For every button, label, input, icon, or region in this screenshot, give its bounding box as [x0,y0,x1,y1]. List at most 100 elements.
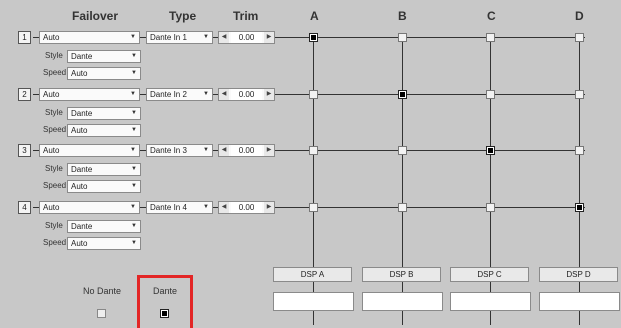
dsp-a-field[interactable] [273,292,354,311]
matrix-node[interactable] [575,203,584,212]
header-col-b: B [398,9,407,23]
chevron-down-icon: ▼ [130,91,136,97]
speed-label: Speed [43,125,67,134]
trim-stepper[interactable]: ◀ 0.00 ▶ [218,88,275,101]
matrix-node[interactable] [486,33,495,42]
dropdown-value: Auto [43,33,60,42]
triangle-right-icon[interactable]: ▶ [264,145,274,156]
chevron-down-icon: ▼ [203,34,209,40]
speed-label: Speed [43,181,67,190]
chevron-down-icon: ▼ [131,166,137,172]
dante-checkbox[interactable] [160,309,169,318]
failover-dropdown[interactable]: Auto ▼ [39,31,140,44]
chevron-down-icon: ▼ [203,204,209,210]
trim-value[interactable]: 0.00 [231,89,262,100]
chevron-down-icon: ▼ [131,70,137,76]
matrix-node[interactable] [398,90,407,99]
matrix-node[interactable] [398,203,407,212]
row-number: 2 [18,88,31,101]
dropdown-value: Dante In 1 [150,33,187,42]
matrix-node[interactable] [575,146,584,155]
trim-stepper[interactable]: ◀ 0.00 ▶ [218,201,275,214]
matrix-node[interactable] [398,146,407,155]
matrix-node[interactable] [486,146,495,155]
triangle-left-icon[interactable]: ◀ [219,202,229,213]
matrix-node[interactable] [575,90,584,99]
failover-dropdown[interactable]: Auto ▼ [39,144,140,157]
speed-dropdown[interactable]: Auto ▼ [67,124,141,137]
dropdown-value: Auto [71,182,88,191]
triangle-left-icon[interactable]: ◀ [219,89,229,100]
dropdown-value: Auto [71,69,88,78]
no-dante-label: No Dante [83,286,122,296]
dsp-c-label: DSP C [450,267,529,282]
dropdown-value: Dante In 2 [150,90,187,99]
triangle-right-icon[interactable]: ▶ [264,89,274,100]
dsp-d-label: DSP D [539,267,618,282]
chevron-down-icon: ▼ [130,204,136,210]
dsp-a-label: DSP A [273,267,352,282]
row-number: 1 [18,31,31,44]
chevron-down-icon: ▼ [131,127,137,133]
triangle-right-icon[interactable]: ▶ [264,202,274,213]
style-dropdown[interactable]: Dante ▼ [67,163,141,176]
dropdown-value: Dante [71,222,93,231]
chevron-down-icon: ▼ [130,34,136,40]
trim-stepper[interactable]: ◀ 0.00 ▶ [218,144,275,157]
trim-value[interactable]: 0.00 [231,145,262,156]
chevron-down-icon: ▼ [130,147,136,153]
type-dropdown[interactable]: Dante In 2 ▼ [146,88,213,101]
failover-dropdown[interactable]: Auto ▼ [39,201,140,214]
style-dropdown[interactable]: Dante ▼ [67,220,141,233]
style-label: Style [45,108,63,117]
trim-value[interactable]: 0.00 [231,32,262,43]
type-dropdown[interactable]: Dante In 4 ▼ [146,201,213,214]
dropdown-value: Auto [43,90,60,99]
speed-dropdown[interactable]: Auto ▼ [67,237,141,250]
matrix-node[interactable] [309,90,318,99]
trim-stepper[interactable]: ◀ 0.00 ▶ [218,31,275,44]
matrix-node[interactable] [575,33,584,42]
dropdown-value: Auto [71,126,88,135]
chevron-down-icon: ▼ [203,147,209,153]
dropdown-value: Dante In 4 [150,203,187,212]
dropdown-value: Dante [71,52,93,61]
chevron-down-icon: ▼ [131,183,137,189]
chevron-down-icon: ▼ [131,240,137,246]
dsp-d-field[interactable] [539,292,620,311]
matrix-node[interactable] [486,90,495,99]
type-dropdown[interactable]: Dante In 1 ▼ [146,31,213,44]
no-dante-checkbox[interactable] [97,309,106,318]
dsp-b-field[interactable] [362,292,443,311]
row-number: 3 [18,144,31,157]
dsp-b-label: DSP B [362,267,441,282]
matrix-node[interactable] [309,203,318,212]
matrix-node[interactable] [309,33,318,42]
matrix-node[interactable] [398,33,407,42]
dropdown-value: Auto [43,146,60,155]
chevron-down-icon: ▼ [203,91,209,97]
row-number: 4 [18,201,31,214]
style-dropdown[interactable]: Dante ▼ [67,107,141,120]
style-label: Style [45,164,63,173]
dante-label: Dante [153,286,178,296]
style-label: Style [45,51,63,60]
header-col-a: A [310,9,319,23]
style-dropdown[interactable]: Dante ▼ [67,50,141,63]
chevron-down-icon: ▼ [131,53,137,59]
matrix-node[interactable] [486,203,495,212]
failover-dropdown[interactable]: Auto ▼ [39,88,140,101]
triangle-left-icon[interactable]: ◀ [219,32,229,43]
speed-dropdown[interactable]: Auto ▼ [67,180,141,193]
dsp-c-field[interactable] [450,292,531,311]
speed-label: Speed [43,238,67,247]
speed-label: Speed [43,68,67,77]
highlight-box [137,275,193,328]
triangle-left-icon[interactable]: ◀ [219,145,229,156]
matrix-node[interactable] [309,146,318,155]
trim-value[interactable]: 0.00 [231,202,262,213]
triangle-right-icon[interactable]: ▶ [264,32,274,43]
header-col-c: C [487,9,496,23]
type-dropdown[interactable]: Dante In 3 ▼ [146,144,213,157]
speed-dropdown[interactable]: Auto ▼ [67,67,141,80]
